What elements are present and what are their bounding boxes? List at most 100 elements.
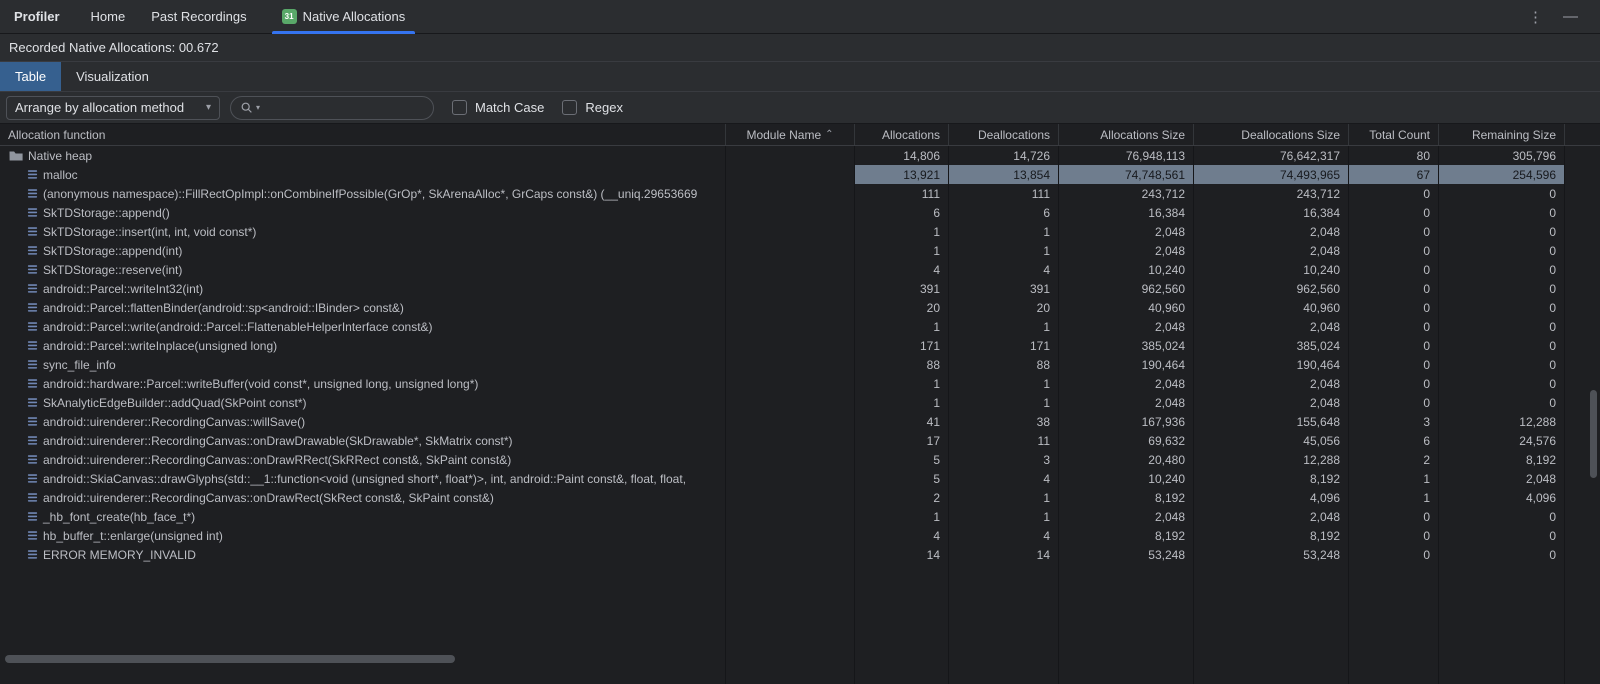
table-toolbar: Arrange by allocation method ▾ ▾ Match C…: [0, 92, 1600, 124]
table-row[interactable]: _hb_font_create(hb_face_t*)112,0482,0480…: [0, 507, 1600, 526]
allocation-function-cell: malloc: [0, 165, 725, 184]
col-header-module-name[interactable]: Module Name ⌃: [725, 124, 854, 145]
match-case-checkbox-box: [452, 100, 467, 115]
deallocations-cell: 111: [948, 184, 1058, 203]
allocations-cell: 14: [854, 545, 948, 564]
session-badge-icon: 31: [282, 9, 297, 24]
regex-checkbox[interactable]: Regex: [562, 100, 623, 115]
deallocations-size-cell: 8,192: [1193, 469, 1348, 488]
allocation-function-name: SkTDStorage::reserve(int): [43, 263, 182, 277]
remaining-size-cell: 0: [1438, 279, 1564, 298]
frame-icon: [27, 302, 38, 313]
table-row[interactable]: malloc13,92113,85474,748,56174,493,96567…: [0, 165, 1600, 184]
frame-icon: [27, 378, 38, 389]
nav-item-past-recordings[interactable]: Past Recordings: [151, 9, 246, 24]
deallocations-cell: 4: [948, 526, 1058, 545]
allocations-cell: 13,921: [854, 165, 948, 184]
tab-native-allocations[interactable]: 31 Native Allocations: [270, 0, 418, 33]
table-row[interactable]: android::hardware::Parcel::writeBuffer(v…: [0, 374, 1600, 393]
frame-icon: [27, 359, 38, 370]
tab-visualization[interactable]: Visualization: [61, 62, 164, 91]
col-header-allocations[interactable]: Allocations: [854, 124, 948, 145]
search-options-chevron-icon[interactable]: ▾: [256, 103, 260, 112]
search-input[interactable]: [263, 100, 424, 115]
remaining-size-cell: 0: [1438, 298, 1564, 317]
total-count-cell: 3: [1348, 412, 1438, 431]
table-row[interactable]: SkTDStorage::reserve(int)4410,24010,2400…: [0, 260, 1600, 279]
table-row[interactable]: (anonymous namespace)::FillRectOpImpl::o…: [0, 184, 1600, 203]
vertical-scrollbar[interactable]: [1590, 390, 1597, 478]
col-header-remaining-size[interactable]: Remaining Size: [1438, 124, 1564, 145]
remaining-size-cell: 12,288: [1438, 412, 1564, 431]
allocations-cell: 5: [854, 450, 948, 469]
table-row[interactable]: android::uirenderer::RecordingCanvas::wi…: [0, 412, 1600, 431]
col-header-allocations-size[interactable]: Allocations Size: [1058, 124, 1193, 145]
search-box[interactable]: ▾: [230, 96, 434, 120]
row-gutter: [1564, 184, 1600, 203]
deallocations-cell: 13,854: [948, 165, 1058, 184]
allocations-size-cell: 2,048: [1058, 374, 1193, 393]
total-count-cell: 0: [1348, 184, 1438, 203]
table-row[interactable]: android::SkiaCanvas::drawGlyphs(std::__1…: [0, 469, 1600, 488]
tab-table[interactable]: Table: [0, 62, 61, 91]
row-gutter: [1564, 507, 1600, 526]
table-row[interactable]: android::Parcel::write(android::Parcel::…: [0, 317, 1600, 336]
remaining-size-cell: 8,192: [1438, 450, 1564, 469]
total-count-cell: 0: [1348, 336, 1438, 355]
allocation-function-name: SkAnalyticEdgeBuilder::addQuad(SkPoint c…: [43, 396, 306, 410]
module-name-cell: [725, 355, 854, 374]
col-header-deallocations[interactable]: Deallocations: [948, 124, 1058, 145]
more-options-icon[interactable]: ⋮: [1528, 8, 1543, 26]
frame-icon: [27, 511, 38, 522]
remaining-size-cell: 0: [1438, 260, 1564, 279]
table-row[interactable]: SkTDStorage::insert(int, int, void const…: [0, 222, 1600, 241]
allocations-size-cell: 2,048: [1058, 393, 1193, 412]
total-count-cell: 0: [1348, 393, 1438, 412]
frame-icon: [27, 454, 38, 465]
table-row[interactable]: android::uirenderer::RecordingCanvas::on…: [0, 450, 1600, 469]
table-row[interactable]: Native heap14,80614,72676,948,11376,642,…: [0, 146, 1600, 165]
arrange-by-dropdown[interactable]: Arrange by allocation method ▾: [6, 96, 220, 120]
table-row[interactable]: ERROR MEMORY_INVALID141453,24853,24800: [0, 545, 1600, 564]
allocations-cell: 171: [854, 336, 948, 355]
table-row[interactable]: sync_file_info8888190,464190,46400: [0, 355, 1600, 374]
table-row[interactable]: android::uirenderer::RecordingCanvas::on…: [0, 431, 1600, 450]
remaining-size-cell: 0: [1438, 507, 1564, 526]
frame-icon: [27, 321, 38, 332]
horizontal-scrollbar[interactable]: [5, 655, 455, 663]
allocations-cell: 41: [854, 412, 948, 431]
table-row[interactable]: SkTDStorage::append()6616,38416,38400: [0, 203, 1600, 222]
allocations-size-cell: 10,240: [1058, 260, 1193, 279]
tab-visualization-label: Visualization: [76, 69, 149, 84]
total-count-cell: 0: [1348, 241, 1438, 260]
module-name-cell: [725, 260, 854, 279]
hide-icon[interactable]: —: [1563, 8, 1578, 25]
allocation-function-name: android::uirenderer::RecordingCanvas::on…: [43, 453, 511, 467]
nav-item-home[interactable]: Home: [91, 9, 126, 24]
deallocations-cell: 1: [948, 507, 1058, 526]
remaining-size-cell: 0: [1438, 526, 1564, 545]
total-count-cell: 0: [1348, 374, 1438, 393]
total-count-cell: 2: [1348, 450, 1438, 469]
module-name-cell: [725, 279, 854, 298]
allocations-size-cell: 2,048: [1058, 507, 1193, 526]
table-row[interactable]: hb_buffer_t::enlarge(unsigned int)448,19…: [0, 526, 1600, 545]
allocation-function-cell: android::uirenderer::RecordingCanvas::wi…: [0, 412, 725, 431]
table-row[interactable]: SkTDStorage::append(int)112,0482,04800: [0, 241, 1600, 260]
remaining-size-cell: 0: [1438, 241, 1564, 260]
frame-icon: [27, 169, 38, 180]
frame-icon: [27, 264, 38, 275]
deallocations-cell: 1: [948, 488, 1058, 507]
module-name-cell: [725, 545, 854, 564]
allocation-function-cell: android::Parcel::writeInt32(int): [0, 279, 725, 298]
table-row[interactable]: android::Parcel::flattenBinder(android::…: [0, 298, 1600, 317]
col-header-deallocations-size[interactable]: Deallocations Size: [1193, 124, 1348, 145]
col-header-allocation-function[interactable]: Allocation function: [0, 124, 725, 145]
col-header-total-count[interactable]: Total Count: [1348, 124, 1438, 145]
table-row[interactable]: android::Parcel::writeInplace(unsigned l…: [0, 336, 1600, 355]
match-case-checkbox[interactable]: Match Case: [452, 100, 544, 115]
table-row[interactable]: android::Parcel::writeInt32(int)39139196…: [0, 279, 1600, 298]
table-row[interactable]: android::uirenderer::RecordingCanvas::on…: [0, 488, 1600, 507]
table-row[interactable]: SkAnalyticEdgeBuilder::addQuad(SkPoint c…: [0, 393, 1600, 412]
allocations-cell: 1: [854, 241, 948, 260]
